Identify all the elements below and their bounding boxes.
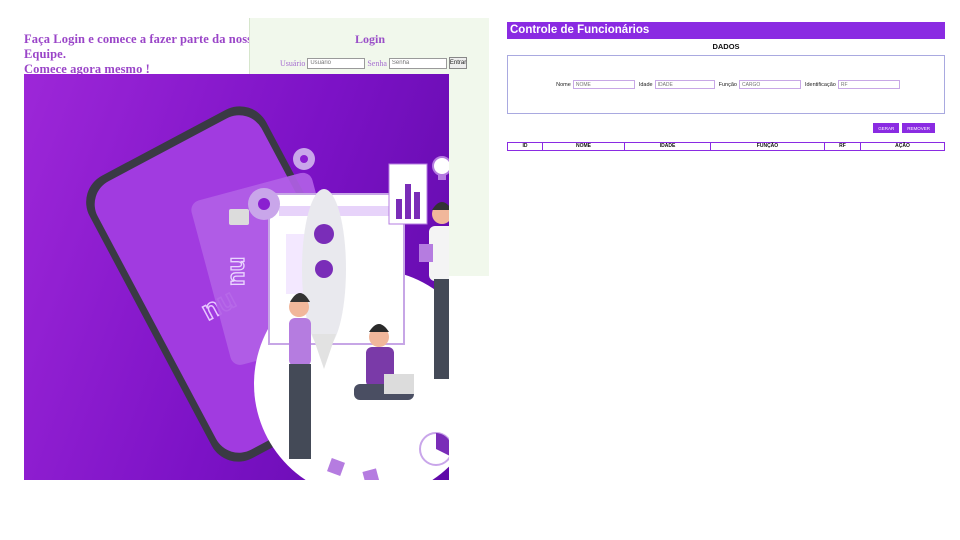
bar-chart-panel	[388, 163, 428, 225]
action-buttons: GERAR REMOVER	[507, 123, 935, 133]
save-button[interactable]: GERAR	[873, 123, 900, 133]
column-header-name: NOME	[543, 143, 625, 150]
age-input[interactable]	[654, 80, 715, 89]
enter-button[interactable]: Entrar	[448, 57, 467, 69]
hero-svg: nu nu	[86, 106, 449, 480]
employee-form: Nome Idade Função Identificação	[507, 55, 945, 114]
column-header-id: ID	[508, 143, 543, 150]
id-input[interactable]	[837, 80, 900, 89]
card-logo: nu	[223, 257, 250, 286]
user-input[interactable]	[307, 57, 366, 69]
name-input[interactable]	[572, 80, 635, 89]
employee-table-header: ID NOME IDADE FUNÇÃO RF AÇÃO	[507, 142, 945, 151]
section-title: DADOS	[712, 42, 740, 51]
lightbulb-icon	[432, 156, 449, 180]
headline: Faça Login e comece a fazer parte da nos…	[24, 32, 264, 77]
role-label: Função	[718, 81, 737, 88]
column-header-rf: RF	[825, 143, 861, 150]
employee-control-app: Controle de Funcionários DADOS Nome Idad…	[507, 22, 945, 151]
hero-illustration: nu nu	[24, 74, 449, 480]
role-input[interactable]	[738, 80, 801, 89]
remove-button[interactable]: REMOVER	[902, 123, 935, 133]
age-label: Idade	[638, 81, 653, 88]
id-label: Identificação	[804, 81, 836, 88]
column-header-role: FUNÇÃO	[711, 143, 825, 150]
name-label: Nome	[556, 81, 571, 88]
login-form: Usuário Senha Entrar	[250, 57, 490, 69]
column-header-action: AÇÃO	[895, 143, 910, 149]
app-header: Controle de Funcionários	[507, 22, 945, 39]
password-label: Senha	[367, 58, 387, 68]
login-title: Login	[354, 32, 385, 46]
pie-chart-icon	[419, 432, 449, 466]
user-label: Usuário	[280, 58, 306, 68]
login-page: Faça Login e comece a fazer parte da nos…	[24, 18, 489, 480]
column-header-age: IDADE	[625, 143, 711, 150]
password-input[interactable]	[388, 57, 447, 69]
headline-line-1: Faça Login e comece a fazer parte da nos…	[24, 32, 259, 61]
